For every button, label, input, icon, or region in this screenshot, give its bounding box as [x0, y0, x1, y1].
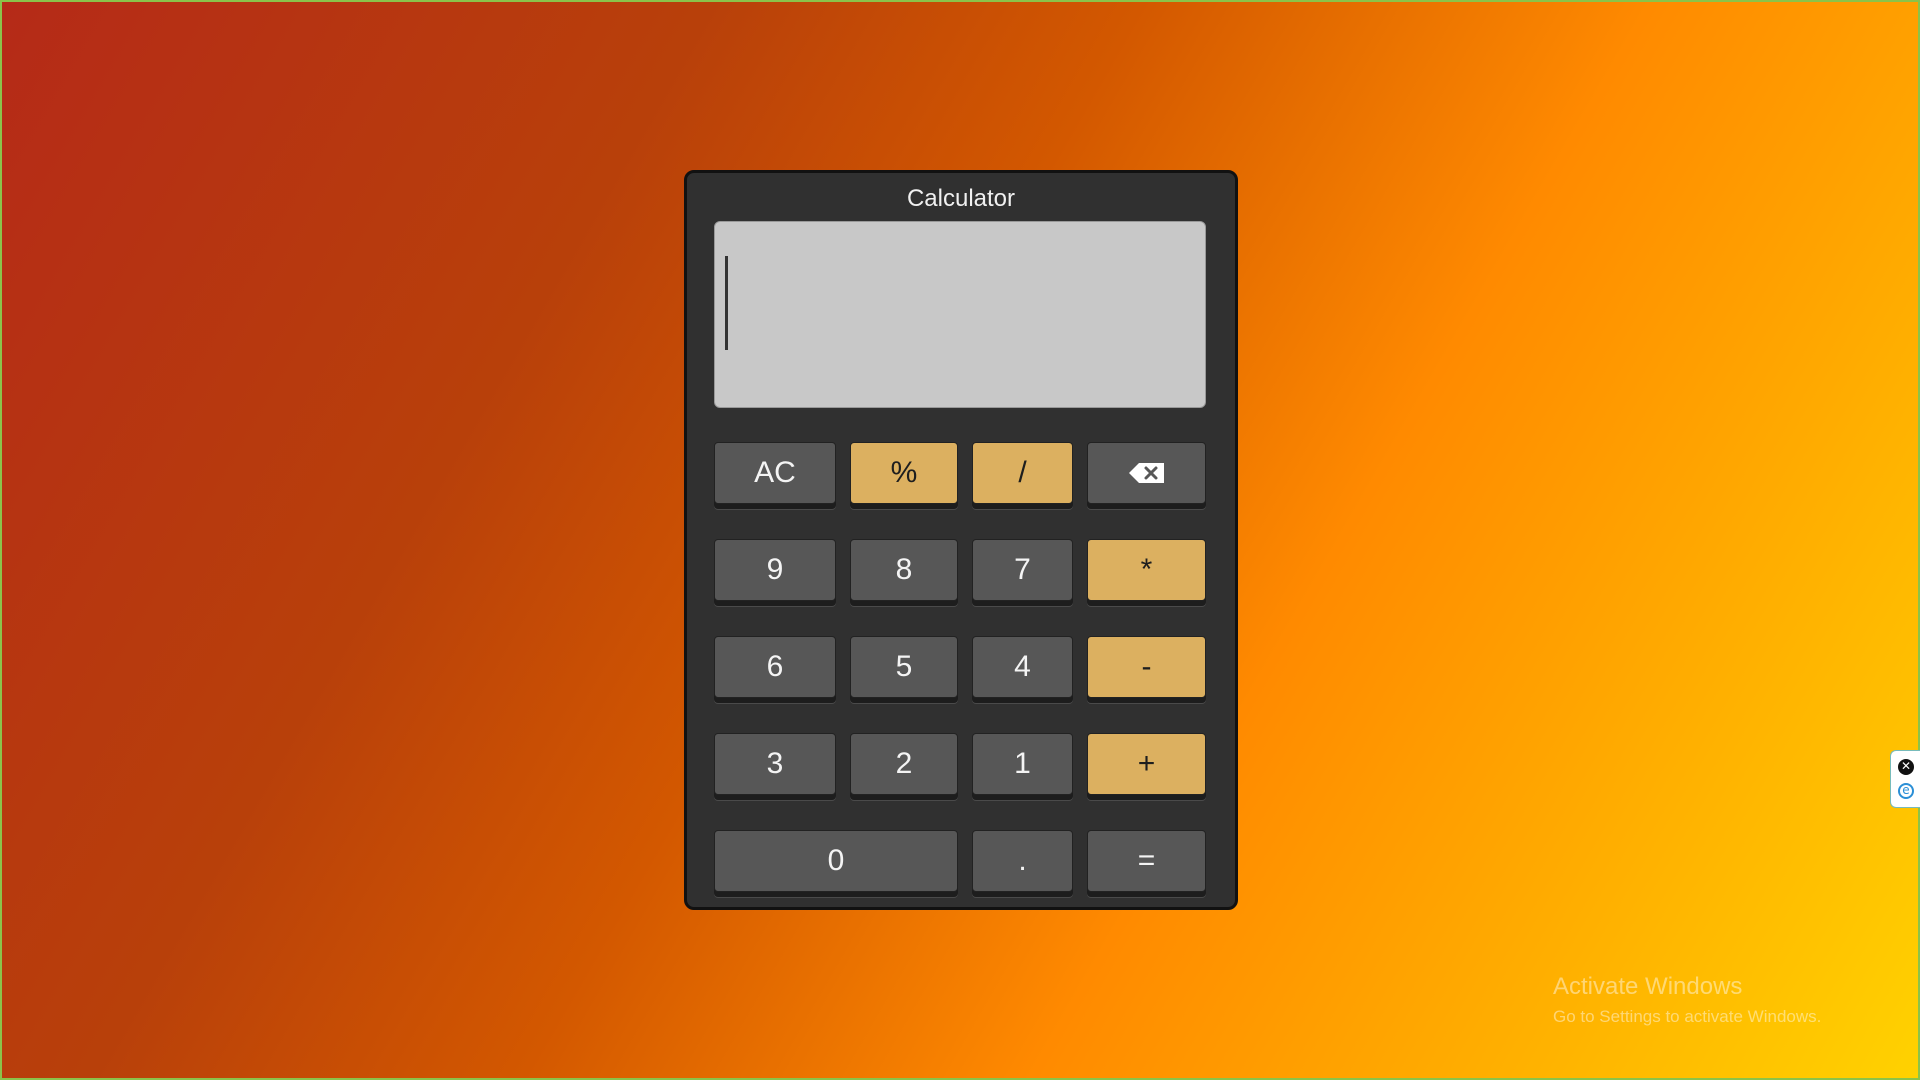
- watermark-title: Activate Windows: [1553, 973, 1743, 1000]
- backspace-button[interactable]: [1087, 442, 1206, 504]
- backspace-icon: [1128, 462, 1166, 484]
- calculator-panel: Calculator AC % / 9 8 7 * 6 5 4 - 3 2 1 …: [684, 170, 1238, 910]
- digit-5-button[interactable]: 5: [850, 636, 958, 698]
- e-icon[interactable]: e: [1898, 783, 1914, 799]
- multiply-button[interactable]: *: [1087, 539, 1206, 601]
- calculator-title: Calculator: [906, 185, 1016, 212]
- text-caret: [725, 256, 728, 350]
- digit-2-button[interactable]: 2: [850, 733, 958, 795]
- digit-9-button[interactable]: 9: [714, 539, 836, 601]
- digit-3-button[interactable]: 3: [714, 733, 836, 795]
- all-clear-button[interactable]: AC: [714, 442, 836, 504]
- decimal-button[interactable]: .: [972, 830, 1073, 892]
- digit-4-button[interactable]: 4: [972, 636, 1073, 698]
- subtract-button[interactable]: -: [1087, 636, 1206, 698]
- close-icon[interactable]: ✕: [1898, 759, 1914, 775]
- digit-6-button[interactable]: 6: [714, 636, 836, 698]
- divide-button[interactable]: /: [972, 442, 1073, 504]
- percent-button[interactable]: %: [850, 442, 958, 504]
- activate-windows-watermark: Activate Windows Go to Settings to activ…: [1553, 973, 1821, 1027]
- add-button[interactable]: +: [1087, 733, 1206, 795]
- digit-1-button[interactable]: 1: [972, 733, 1073, 795]
- side-extension-widget: ✕ e: [1890, 750, 1920, 808]
- digit-8-button[interactable]: 8: [850, 539, 958, 601]
- digit-7-button[interactable]: 7: [972, 539, 1073, 601]
- calculator-display[interactable]: [714, 221, 1206, 408]
- watermark-subtitle: Go to Settings to activate Windows.: [1553, 1007, 1822, 1026]
- equals-button[interactable]: =: [1087, 830, 1206, 892]
- digit-0-button[interactable]: 0: [714, 830, 958, 892]
